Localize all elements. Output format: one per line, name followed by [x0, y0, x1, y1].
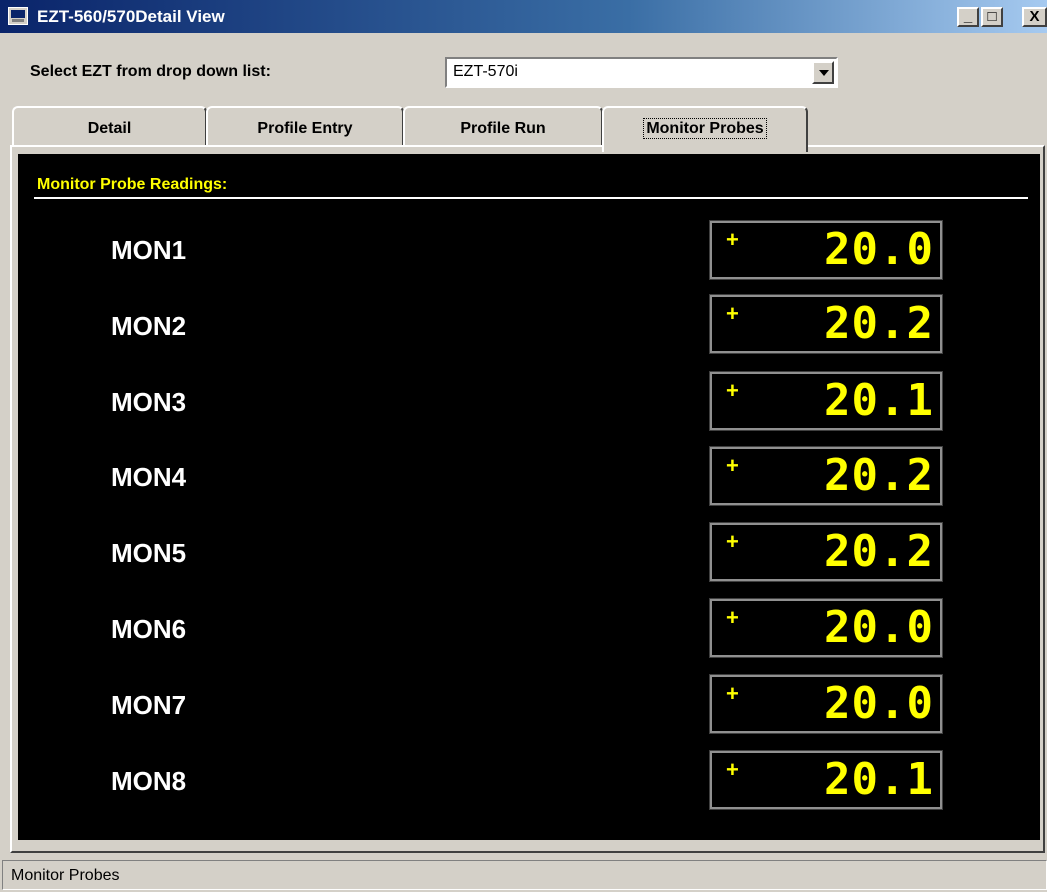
probe-value: 20.0: [824, 224, 934, 275]
probe-label-mon4: MON4: [111, 462, 187, 492]
close-button[interactable]: X: [1022, 7, 1047, 27]
probe-value: 20.1: [824, 754, 934, 805]
select-ezt-label: Select EZT from drop down list:: [30, 63, 271, 80]
ezt-dropdown[interactable]: EZT-570i: [445, 57, 838, 88]
probe-display-mon6: + 20.0: [709, 598, 943, 658]
title-bar: EZT-560/570Detail View _ □ X: [0, 0, 1047, 33]
probe-label-mon5: MON5: [111, 538, 187, 568]
window-title: EZT-560/570Detail View: [37, 7, 225, 26]
probe-label-mon3: MON3: [111, 387, 187, 417]
maximize-button[interactable]: □: [981, 7, 1003, 27]
probe-display-mon5: + 20.2: [709, 522, 943, 582]
app-icon[interactable]: [8, 7, 28, 25]
status-text: Monitor Probes: [11, 867, 120, 884]
status-bar: Monitor Probes: [0, 858, 1047, 892]
tab-monitor-probes-label: Monitor Probes: [643, 118, 767, 139]
minimize-button[interactable]: _: [957, 7, 979, 27]
probe-sign: +: [726, 757, 739, 782]
status-pane: Monitor Probes: [2, 860, 1047, 890]
tab-profile-entry-label: Profile Entry: [257, 120, 353, 137]
readings-title: Monitor Probe Readings:: [37, 176, 228, 193]
readings-divider: [34, 197, 1028, 199]
probe-label-mon6: MON6: [111, 614, 187, 644]
probe-value: 20.1: [824, 375, 934, 426]
probe-display-mon8: + 20.1: [709, 750, 943, 810]
probe-display-mon1: + 20.0: [709, 220, 943, 280]
probe-value: 20.0: [824, 602, 934, 653]
probe-label-mon2: MON2: [111, 311, 187, 341]
tab-profile-entry[interactable]: Profile Entry: [206, 106, 404, 146]
tab-monitor-probes[interactable]: Monitor Probes: [602, 106, 808, 152]
probe-label-mon7: MON7: [111, 690, 187, 720]
probe-display-mon4: + 20.2: [709, 446, 943, 506]
probe-value: 20.2: [824, 526, 934, 577]
probe-value: 20.2: [824, 450, 934, 501]
probe-display-mon3: + 20.1: [709, 371, 943, 431]
tab-profile-run-label: Profile Run: [460, 120, 546, 137]
probe-sign: +: [726, 529, 739, 554]
probe-sign: +: [726, 378, 739, 403]
probe-display-mon2: + 20.2: [709, 294, 943, 354]
probe-sign: +: [726, 605, 739, 630]
ezt-dropdown-value: EZT-570i: [453, 63, 518, 80]
tab-profile-run[interactable]: Profile Run: [403, 106, 603, 146]
chevron-down-icon[interactable]: [812, 61, 834, 84]
probe-sign: +: [726, 227, 739, 252]
probe-label-mon8: MON8: [111, 766, 187, 796]
probe-sign: +: [726, 301, 739, 326]
tab-detail-label: Detail: [87, 120, 132, 137]
monitor-probes-panel: Monitor Probe Readings: MON1 + 20.0 MON2…: [18, 154, 1040, 840]
tab-detail[interactable]: Detail: [12, 106, 207, 146]
probe-label-mon1: MON1: [111, 235, 187, 265]
probe-sign: +: [726, 453, 739, 478]
probe-value: 20.0: [824, 678, 934, 729]
probe-display-mon7: + 20.0: [709, 674, 943, 734]
probe-sign: +: [726, 681, 739, 706]
probe-value: 20.2: [824, 298, 934, 349]
